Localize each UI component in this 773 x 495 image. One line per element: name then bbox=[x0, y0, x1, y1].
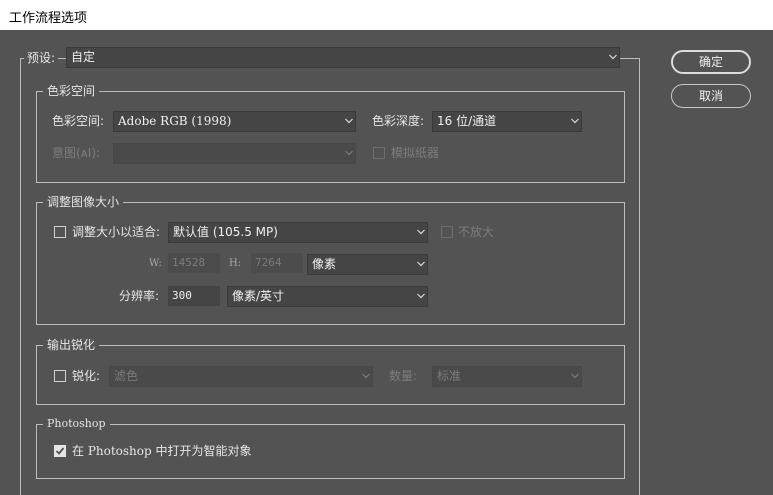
checkmark-icon bbox=[55, 447, 65, 455]
resolution-unit-select[interactable]: 像素/英寸 bbox=[227, 286, 428, 307]
color-space-value: Adobe RGB (1998) bbox=[118, 114, 232, 128]
resolution-label: 分辨率: bbox=[119, 289, 160, 303]
resize-group-title: 调整图像大小 bbox=[43, 195, 124, 209]
output-sharpen-group-title: 输出锐化 bbox=[43, 338, 100, 352]
chevron-down-icon bbox=[345, 118, 353, 125]
amount-select[interactable]: 标准 bbox=[432, 366, 582, 387]
resolution-input[interactable]: 300 bbox=[168, 286, 220, 306]
chevron-down-icon bbox=[571, 373, 579, 380]
preset-value: 自定 bbox=[71, 50, 96, 64]
resolution-unit-value: 像素/英寸 bbox=[232, 289, 285, 303]
chevron-down-icon bbox=[417, 229, 425, 236]
photoshop-group-title: Photoshop bbox=[43, 417, 110, 431]
title-bar: 工作流程选项 bbox=[0, 0, 773, 30]
color-depth-label: 色彩深度: bbox=[372, 114, 425, 128]
sharpen-value: 滤色 bbox=[114, 369, 139, 383]
color-space-group-title: 色彩空间 bbox=[43, 84, 100, 98]
simulate-paper-checkbox[interactable] bbox=[373, 147, 385, 159]
chevron-down-icon bbox=[417, 293, 425, 300]
resize-to-fit-select[interactable]: 默认值 (105.5 MP) bbox=[168, 222, 428, 243]
chevron-down-icon bbox=[609, 54, 617, 61]
width-label: W: bbox=[149, 258, 162, 269]
chevron-down-icon bbox=[417, 261, 425, 268]
window-title: 工作流程选项 bbox=[9, 11, 88, 26]
open-as-smart-object-label: 在 Photoshop 中打开为智能对象 bbox=[72, 444, 252, 458]
size-unit-select[interactable]: 像素 bbox=[307, 254, 428, 275]
height-input[interactable]: 7264 bbox=[251, 253, 303, 273]
cancel-button[interactable]: 取消 bbox=[671, 84, 751, 108]
no-enlarge-checkbox[interactable] bbox=[441, 226, 453, 238]
color-depth-select[interactable]: 16 位/通道 bbox=[432, 111, 582, 132]
height-label: H: bbox=[229, 258, 242, 269]
chevron-down-icon bbox=[362, 373, 370, 380]
intent-select[interactable] bbox=[113, 143, 356, 164]
resize-to-fit-checkbox[interactable] bbox=[54, 226, 66, 238]
color-space-group bbox=[36, 91, 625, 183]
color-space-label: 色彩空间: bbox=[52, 114, 105, 128]
chevron-down-icon bbox=[345, 150, 353, 157]
simulate-paper-label: 模拟纸器 bbox=[391, 146, 440, 160]
resize-to-fit-value: 默认值 (105.5 MP) bbox=[173, 225, 278, 239]
preset-label: 预设: bbox=[24, 50, 59, 66]
amount-label: 数量: bbox=[389, 369, 418, 383]
chevron-down-icon bbox=[571, 118, 579, 125]
width-input[interactable]: 14528 bbox=[168, 253, 220, 273]
size-unit-value: 像素 bbox=[312, 257, 337, 271]
resize-to-fit-label: 调整大小以适合: bbox=[72, 225, 161, 239]
sharpen-checkbox[interactable] bbox=[54, 370, 66, 382]
preset-select[interactable]: 自定 bbox=[66, 47, 620, 68]
no-enlarge-label: 不放大 bbox=[458, 225, 495, 239]
ok-button[interactable]: 确定 bbox=[671, 50, 751, 74]
sharpen-select[interactable]: 滤色 bbox=[109, 366, 373, 387]
color-depth-value: 16 位/通道 bbox=[437, 114, 497, 128]
color-space-select[interactable]: Adobe RGB (1998) bbox=[113, 111, 356, 132]
sharpen-label: 锐化: bbox=[72, 369, 101, 383]
intent-label: 意图(ᴀI): bbox=[52, 146, 101, 160]
amount-value: 标准 bbox=[437, 369, 462, 383]
open-as-smart-object-checkbox[interactable] bbox=[54, 445, 66, 457]
